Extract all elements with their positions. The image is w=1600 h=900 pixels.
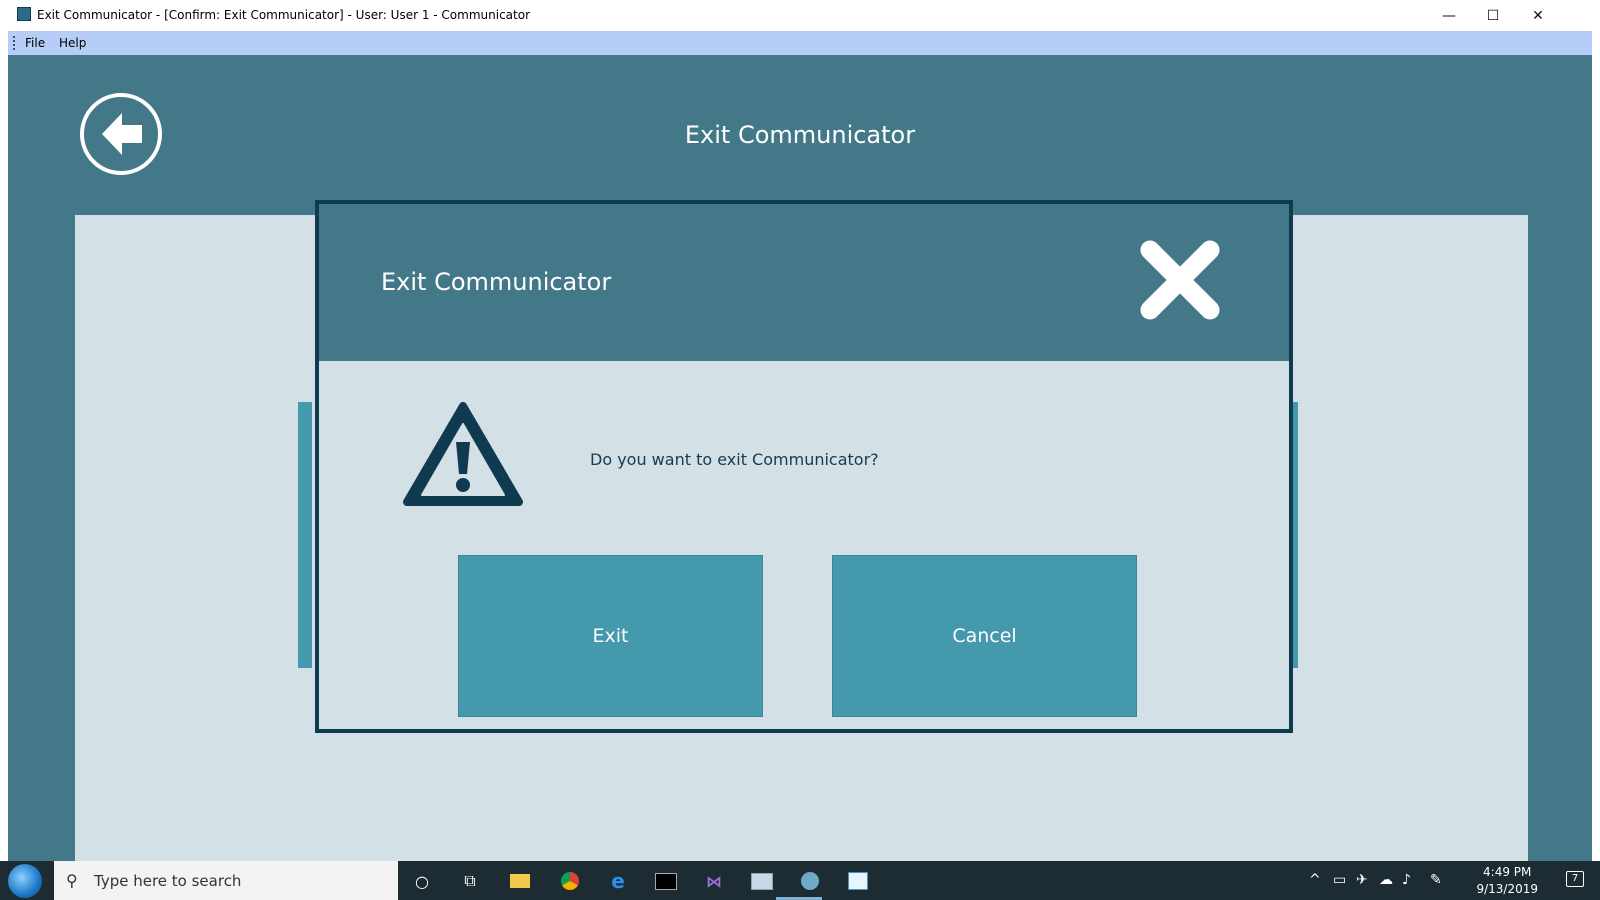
- airplane-icon[interactable]: ✈: [1356, 872, 1368, 888]
- clock-time: 4:49 PM: [1483, 865, 1532, 879]
- menu-grip: [13, 36, 15, 50]
- search-icon: ⚲: [66, 871, 78, 890]
- menu-file[interactable]: File: [25, 36, 45, 50]
- menu-help[interactable]: Help: [59, 36, 86, 50]
- edge-icon[interactable]: e: [606, 869, 630, 893]
- window-titlebar: Exit Communicator - [Confirm: Exit Commu…: [0, 0, 1600, 31]
- clock-date: 9/13/2019: [1476, 882, 1538, 896]
- search-placeholder: Type here to search: [94, 872, 242, 890]
- warning-icon: [403, 402, 523, 506]
- cortana-icon[interactable]: ○: [410, 869, 434, 893]
- app-icon: [17, 7, 31, 21]
- taskbar-search[interactable]: ⚲ Type here to search: [54, 861, 398, 900]
- task-view-icon[interactable]: ⧉: [458, 869, 482, 893]
- dialog-message: Do you want to exit Communicator?: [590, 450, 879, 469]
- chrome-icon[interactable]: [558, 869, 582, 893]
- volume-icon[interactable]: ♪: [1402, 872, 1411, 888]
- maximize-icon: ☐: [1486, 7, 1500, 24]
- cancel-button[interactable]: Cancel: [832, 555, 1137, 717]
- battery-icon[interactable]: ▭: [1333, 872, 1346, 888]
- exit-button[interactable]: Exit: [458, 555, 763, 717]
- communicator-taskbar-icon[interactable]: [798, 869, 822, 893]
- window-close-button[interactable]: ✕: [1515, 0, 1561, 31]
- exit-dialog: Exit Communicator Do you want to exit Co…: [315, 200, 1293, 733]
- dialog-header: Exit Communicator: [319, 204, 1289, 361]
- page-title: Exit Communicator: [684, 121, 916, 149]
- window-title: Exit Communicator - [Confirm: Exit Commu…: [37, 8, 530, 22]
- maximize-button[interactable]: ☐: [1470, 0, 1516, 31]
- notifications-icon[interactable]: 7: [1566, 871, 1584, 887]
- taskbar: ⚲ Type here to search ○ ⧉ e ⋈ ^ ▭ ✈ ☁ ♪ …: [0, 861, 1600, 900]
- tray-overflow-icon[interactable]: ^: [1309, 872, 1321, 888]
- dialog-close-button[interactable]: [1139, 239, 1221, 321]
- notification-count: 7: [1571, 873, 1579, 884]
- file-explorer-icon[interactable]: [508, 869, 532, 893]
- document-viewer-icon[interactable]: [846, 869, 870, 893]
- menu-bar: File Help: [8, 31, 1592, 55]
- onedrive-icon[interactable]: ☁: [1379, 872, 1393, 888]
- dialog-title: Exit Communicator: [381, 268, 612, 296]
- app-window-icon[interactable]: [750, 869, 774, 893]
- close-icon: ✕: [1532, 7, 1544, 24]
- close-x-icon: [1140, 240, 1220, 320]
- minimize-icon: —: [1442, 7, 1456, 24]
- background-card-left-edge: [298, 402, 312, 668]
- start-button[interactable]: [8, 864, 42, 898]
- minimize-button[interactable]: —: [1426, 0, 1472, 31]
- pen-icon[interactable]: ✎: [1430, 872, 1442, 888]
- app-content: Exit Communicator Exit Communicator Do y…: [8, 55, 1592, 861]
- terminal-icon[interactable]: [654, 869, 678, 893]
- visual-studio-icon[interactable]: ⋈: [702, 869, 726, 893]
- taskbar-clock[interactable]: 4:49 PM 9/13/2019: [1476, 864, 1538, 898]
